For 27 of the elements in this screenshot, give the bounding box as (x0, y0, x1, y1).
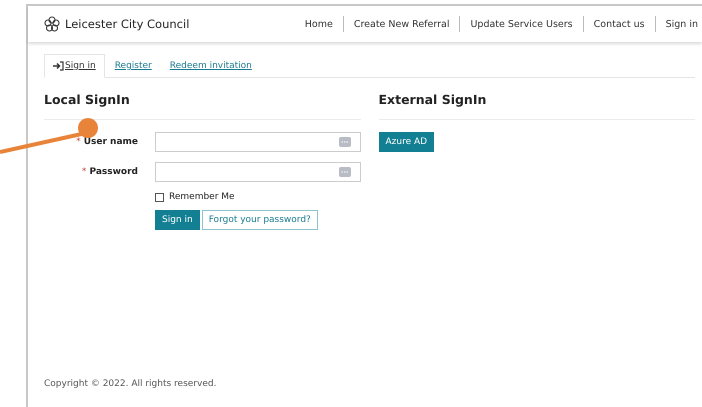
field-label: * User name (75, 137, 138, 147)
dots-icon (338, 167, 350, 177)
dots-icon (338, 137, 350, 147)
input-field[interactable] (155, 162, 360, 182)
brand-name: Leicester City Council (65, 17, 190, 31)
sign-in-button[interactable]: Sign in (155, 210, 200, 230)
checkbox[interactable] (155, 192, 164, 202)
required-mark: * (82, 167, 86, 177)
field-label: * Password (80, 167, 138, 177)
section-heading: External SignIn (378, 92, 488, 107)
sign-in-icon (53, 61, 64, 71)
checkbox-label: Remember Me (169, 192, 235, 202)
copyright-text: Copyright © 2022. All rights reserved. (44, 379, 218, 389)
nav-link[interactable]: Home (294, 18, 343, 30)
section-heading: Local SignIn (44, 92, 131, 107)
nav-link[interactable]: Update Service Users (460, 18, 583, 30)
flower-icon (44, 16, 60, 32)
nav-link[interactable]: Create New Referral (344, 18, 460, 30)
forgot-password-button[interactable]: Forgot your password? (202, 210, 318, 230)
provider-button[interactable]: Azure AD (378, 132, 434, 152)
nav-link[interactable]: Sign in (656, 18, 698, 30)
tab[interactable]: Register (106, 55, 160, 77)
tab[interactable]: Redeem invitation (162, 55, 260, 77)
input-field[interactable] (155, 132, 360, 152)
nav-link[interactable]: Contact us (584, 18, 655, 30)
tab[interactable]: Sign in (44, 54, 105, 78)
required-mark: * (76, 137, 81, 147)
